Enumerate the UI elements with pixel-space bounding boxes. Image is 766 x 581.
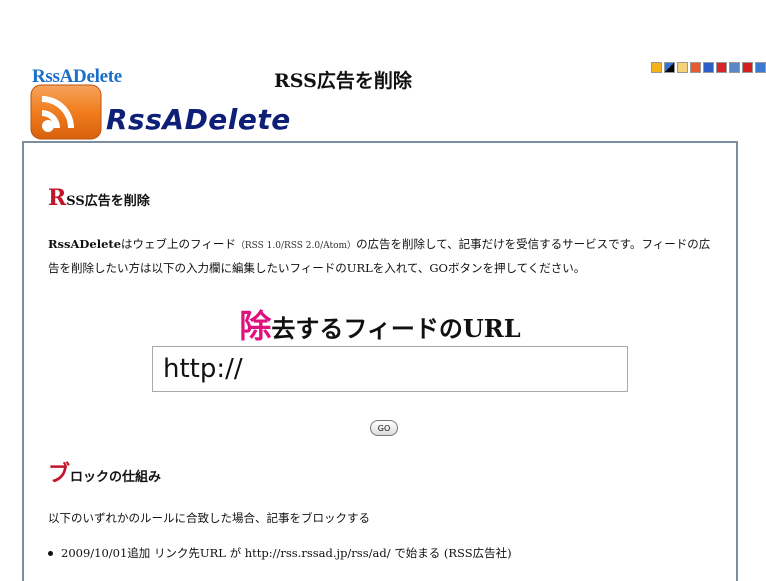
list-item: 2009/10/01追加 リンク先URL が http://rss.rssad.… [48,545,512,561]
heading-text: SS広告を削除 [66,194,150,209]
livedoor-icon[interactable] [716,62,727,73]
flag-icon[interactable] [742,62,753,73]
go-button[interactable]: GO [370,420,398,436]
intro-service-name: RssADelete [48,237,122,251]
check-icon[interactable] [755,62,766,73]
heading-text: 去するフィードのURL [271,314,521,343]
rule-description: 以下のいずれかのルールに合致した場合、記事をブロックする [48,511,370,525]
rss-icon[interactable] [651,62,662,73]
heading-initial: 除 [239,307,272,345]
url-form-heading: 除去するフィードのURL [24,301,736,347]
buzzurl-icon[interactable] [690,62,701,73]
rule-item-text: 2009/10/01追加 リンク先URL が http://rss.rssad.… [61,546,512,560]
intro-text-1: はウェブ上のフィード [121,237,236,251]
bookmark-b-icon[interactable] [703,62,714,73]
social-bookmark-bar [651,62,766,73]
heading-initial: R [48,185,67,211]
site-title-logo[interactable]: RssADelete [106,103,291,136]
hatena-icon[interactable] [677,62,688,73]
content-frame: RSS広告を削除 RssADeleteはウェブ上のフィード（RSS 1.0/RS… [22,141,738,581]
pencil-icon[interactable] [729,62,740,73]
section-heading-block: ブロックの仕組み [48,456,161,488]
bullet-icon [48,550,53,556]
heading-text: ロックの仕組み [70,470,162,485]
page: RssADelete RssADelete RSS広告を削除 RSS広告を削除 [0,0,766,581]
heading-initial: ブ [48,461,71,487]
intro-format-note: （RSS 1.0/RSS 2.0/Atom） [235,241,357,251]
page-title: RSS広告を削除 [274,70,412,92]
section-heading-rss: RSS広告を削除 [48,185,150,211]
rss-feed-icon[interactable] [30,84,102,140]
intro-paragraph: RssADeleteはウェブ上のフィード（RSS 1.0/RSS 2.0/Ato… [48,233,713,279]
delicious-icon[interactable] [664,62,675,73]
feed-url-input[interactable] [152,346,628,392]
